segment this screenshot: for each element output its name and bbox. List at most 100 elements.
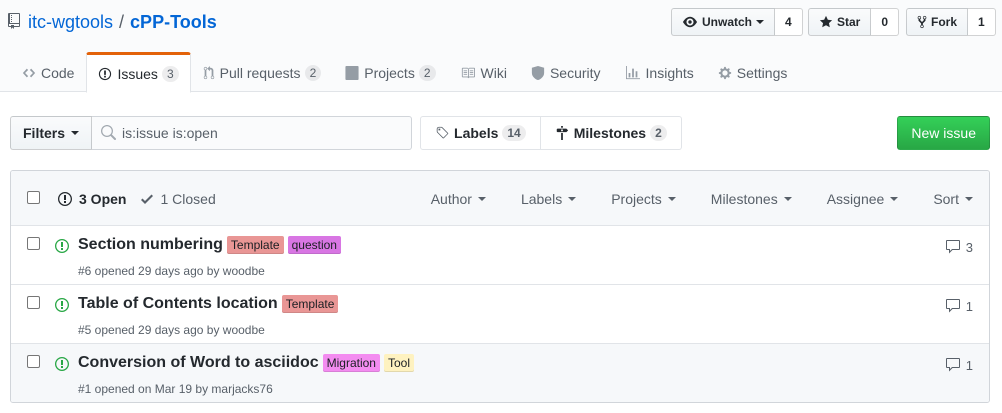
issue-meta: #5 opened 29 days ago by woodbe <box>78 323 265 337</box>
tab-settings[interactable]: Settings <box>706 52 800 92</box>
issue-opened-icon <box>57 191 73 207</box>
search-input[interactable] <box>122 125 403 141</box>
tab-wiki-label: Wiki <box>480 65 507 81</box>
assignee-filter-label: Assignee <box>826 190 885 207</box>
issue-row: Conversion of Word to asciidoc Migration… <box>11 344 989 402</box>
issue-opened-icon <box>55 238 69 254</box>
labels-link[interactable]: Labels 14 <box>420 116 541 150</box>
issue-label[interactable]: Tool <box>383 354 414 372</box>
tab-pull-requests[interactable]: Pull requests 2 <box>191 52 334 92</box>
watchers-count[interactable]: 4 <box>775 8 803 36</box>
repo-name-link[interactable]: cPP-Tools <box>130 12 217 33</box>
labels-filter[interactable]: Labels <box>521 191 577 207</box>
issue-checkbox[interactable] <box>27 355 40 368</box>
issue-label[interactable]: question <box>287 236 341 254</box>
author-filter-label: Author <box>430 190 472 207</box>
tab-pull-requests-label: Pull requests <box>219 65 301 81</box>
chevron-down-icon <box>756 20 765 24</box>
tab-code[interactable]: Code <box>10 52 86 92</box>
tab-insights-label: Insights <box>645 65 694 81</box>
star-group: Star 0 <box>808 8 900 36</box>
tab-wiki[interactable]: Wiki <box>448 52 519 92</box>
new-issue-button[interactable]: New issue <box>897 116 990 150</box>
issue-title-link[interactable]: Conversion of Word to asciidoc <box>78 354 319 372</box>
issue-title-row: Section numbering Template question <box>78 236 341 254</box>
star-icon <box>819 15 833 29</box>
pull-request-icon <box>203 66 215 80</box>
issue-title-row: Conversion of Word to asciidoc Migration… <box>78 354 414 372</box>
tab-code-label: Code <box>41 65 75 81</box>
assignee-filter[interactable]: Assignee <box>827 191 899 207</box>
repo-nav: Code Issues 3 Pull requests 2 Projects 2 <box>10 52 800 93</box>
issue-label[interactable]: Template <box>281 295 339 313</box>
issue-label[interactable]: Template <box>226 236 284 254</box>
milestones-filter-label: Milestones <box>710 190 778 207</box>
issue-checkbox[interactable] <box>27 237 40 250</box>
milestones-link[interactable]: Milestones 2 <box>540 116 682 150</box>
stargazers-count[interactable]: 0 <box>871 8 900 36</box>
issue-title-link[interactable]: Table of Contents location <box>78 295 278 313</box>
select-all-checkbox[interactable] <box>27 191 40 204</box>
milestones-filter[interactable]: Milestones <box>711 191 792 207</box>
issue-row: Table of Contents location Template #5 o… <box>11 285 989 344</box>
unwatch-label: Unwatch <box>702 15 753 29</box>
issue-comments-link[interactable]: 1 <box>945 357 973 373</box>
milestones-link-label: Milestones <box>573 125 647 141</box>
tab-issues[interactable]: Issues 3 <box>86 52 191 93</box>
chevron-down-icon <box>965 196 973 201</box>
issue-comments-count: 1 <box>965 357 973 373</box>
comment-icon <box>945 298 961 314</box>
comment-icon <box>945 357 961 373</box>
fork-button[interactable]: Fork <box>906 8 969 36</box>
tab-insights[interactable]: Insights <box>613 52 706 92</box>
check-icon <box>140 191 154 207</box>
watch-group: Unwatch 4 <box>671 8 803 36</box>
code-icon <box>22 66 36 80</box>
issues-list-header: 3 Open 1 Closed Author Labels Projects M… <box>11 171 989 226</box>
sort-menu[interactable]: Sort <box>933 191 973 207</box>
repo-owner-link[interactable]: itc-wgtools <box>28 12 113 33</box>
issue-title-row: Table of Contents location Template <box>78 295 339 313</box>
chevron-down-icon <box>568 196 577 201</box>
star-button[interactable]: Star <box>808 8 872 36</box>
repo-path-separator: / <box>119 11 125 32</box>
projects-filter[interactable]: Projects <box>611 191 676 207</box>
issue-title-link[interactable]: Section numbering <box>78 236 223 254</box>
chevron-down-icon <box>783 196 792 201</box>
tab-settings-label: Settings <box>736 65 788 81</box>
book-icon <box>460 66 476 80</box>
issue-label[interactable]: Migration <box>322 354 380 372</box>
milestone-icon <box>555 126 569 140</box>
milestones-counter: 2 <box>650 125 667 141</box>
fork-icon <box>917 15 927 29</box>
issue-meta: #6 opened 29 days ago by woodbe <box>78 264 265 278</box>
tag-icon <box>435 126 449 140</box>
gear-icon <box>718 66 732 80</box>
issue-search <box>92 116 413 150</box>
issue-comments-count: 3 <box>965 239 973 255</box>
tab-security[interactable]: Security <box>519 52 613 92</box>
issue-opened-icon <box>55 297 69 313</box>
open-issues-link[interactable]: 3 Open <box>57 191 126 207</box>
issue-comments-link[interactable]: 3 <box>945 239 973 255</box>
tab-projects[interactable]: Projects 2 <box>333 52 447 92</box>
issue-checkbox[interactable] <box>27 296 40 309</box>
eye-icon <box>682 15 698 29</box>
tab-security-label: Security <box>549 65 601 81</box>
subnav-links: Labels 14 Milestones 2 <box>420 116 682 150</box>
chevron-down-icon <box>477 196 486 201</box>
closed-issues-link[interactable]: 1 Closed <box>140 191 216 207</box>
forks-count[interactable]: 1 <box>968 8 996 36</box>
sort-menu-label: Sort <box>933 190 959 207</box>
chevron-down-icon <box>71 131 80 135</box>
author-filter[interactable]: Author <box>431 191 486 207</box>
unwatch-button[interactable]: Unwatch <box>671 8 776 36</box>
repo-icon <box>8 13 22 31</box>
filters-button[interactable]: Filters <box>10 116 93 150</box>
issue-opened-icon <box>55 356 69 372</box>
tab-projects-label: Projects <box>364 65 415 81</box>
issue-comments-link[interactable]: 1 <box>945 298 973 314</box>
chevron-down-icon <box>890 196 899 201</box>
fork-group: Fork 1 <box>906 8 996 36</box>
issues-counter: 3 <box>161 65 179 82</box>
